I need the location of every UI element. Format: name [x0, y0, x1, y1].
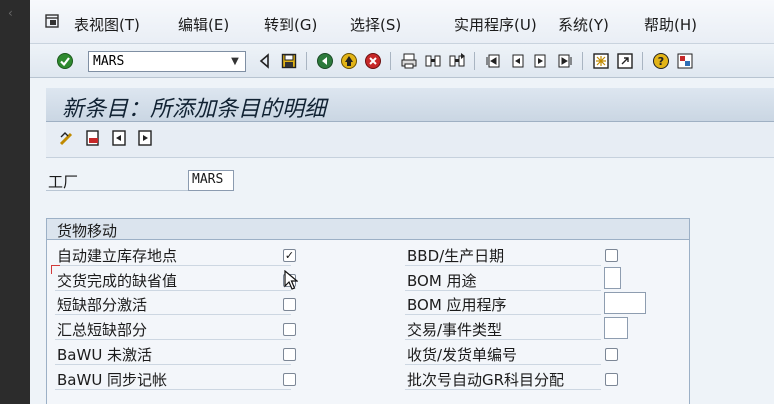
group-header: 货物移动: [47, 219, 689, 240]
batch-auto-gr-account-assignment-label: 批次号自动GR科目分配: [407, 371, 565, 389]
menu-goto[interactable]: 转到(G): [264, 14, 317, 35]
focus-corner: [51, 265, 60, 274]
row-underline: [405, 339, 601, 340]
row-underline: [55, 265, 291, 266]
save-icon[interactable]: [280, 52, 298, 70]
svg-text:?: ?: [658, 55, 664, 68]
first-page-icon[interactable]: [484, 52, 502, 70]
summarize-shortage-checkbox[interactable]: [283, 323, 296, 336]
application-toolbar: [46, 122, 774, 158]
bom-usage-label: BOM 用途: [407, 272, 477, 290]
toolbar-separator: [582, 52, 583, 70]
back-icon[interactable]: [316, 52, 334, 70]
bawu-sync-posting-checkbox[interactable]: [283, 373, 296, 386]
menu-utilities[interactable]: 实用程序(U): [454, 14, 537, 35]
row-underline: [405, 364, 601, 365]
bom-usage-input[interactable]: [604, 267, 621, 289]
toolbar-separator: [642, 52, 643, 70]
mouse-pointer-icon: [284, 270, 298, 290]
batch-auto-gr-account-assignment-checkbox[interactable]: [605, 373, 618, 386]
next-entry-icon[interactable]: [136, 129, 154, 147]
menu-help[interactable]: 帮助(H): [644, 14, 697, 35]
gr-gi-slip-number-checkbox[interactable]: [605, 348, 618, 361]
menu-edit[interactable]: 编辑(E): [178, 14, 229, 35]
field-underline: [46, 190, 202, 191]
find-icon[interactable]: [424, 52, 442, 70]
row-underline: [55, 339, 291, 340]
bom-application-label: BOM 应用程序: [407, 296, 507, 314]
customize-layout-icon[interactable]: [676, 52, 694, 70]
transaction-event-type-label: 交易/事件类型: [407, 321, 503, 339]
display-change-icon[interactable]: [58, 129, 76, 147]
group-title: 货物移动: [57, 222, 118, 240]
transaction-event-type-input[interactable]: [604, 317, 628, 339]
last-page-icon[interactable]: [556, 52, 574, 70]
row-underline: [405, 290, 601, 291]
menu-bar: 表视图(T) 编辑(E) 转到(G) 选择(S) 实用程序(U) 系统(Y) 帮…: [30, 0, 774, 44]
delivery-complete-default-label: 交货完成的缺省值: [57, 272, 178, 290]
exit-icon[interactable]: [340, 52, 358, 70]
menu-table-view[interactable]: 表视图(T): [74, 14, 140, 35]
bawu-sync-posting-label: BaWU 同步记帐: [57, 371, 168, 389]
row-underline: [55, 314, 291, 315]
chevron-down-icon[interactable]: ▼: [226, 52, 244, 71]
shortage-parts-active-checkbox[interactable]: [283, 298, 296, 311]
cancel-icon[interactable]: [364, 52, 382, 70]
menu-selection[interactable]: 选择(S): [350, 14, 401, 35]
menu-window-icon[interactable]: [44, 13, 60, 29]
gr-gi-slip-number-label: 收货/发货单编号: [407, 346, 518, 364]
row-underline: [405, 389, 601, 390]
row-underline: [405, 265, 601, 266]
expand-left-icon[interactable]: [256, 52, 274, 70]
shortcut-icon[interactable]: [616, 52, 634, 70]
screen-title-bar: 新条目：所添加条目的明细: [46, 88, 774, 122]
enter-icon[interactable]: [56, 52, 74, 70]
screen-edge: ‹: [0, 0, 30, 404]
page-title: 新条目：所添加条目的明细: [62, 97, 327, 122]
next-page-icon[interactable]: [532, 52, 550, 70]
bawu-inactive-checkbox[interactable]: [283, 348, 296, 361]
row-underline: [55, 290, 291, 291]
row-underline: [55, 389, 291, 390]
summarize-shortage-label: 汇总短缺部分: [57, 321, 148, 339]
find-next-icon[interactable]: [448, 52, 466, 70]
previous-entry-icon[interactable]: [110, 129, 128, 147]
plant-value: MARS: [188, 170, 234, 191]
row-underline: [55, 364, 291, 365]
menu-system[interactable]: 系统(Y): [558, 14, 609, 35]
sap-window: 表视图(T) 编辑(E) 转到(G) 选择(S) 实用程序(U) 系统(Y) 帮…: [30, 0, 774, 404]
auto-create-storage-location-label: 自动建立库存地点: [57, 247, 178, 265]
command-field[interactable]: [88, 51, 246, 72]
caret-icon: ‹: [8, 6, 13, 20]
toolbar-separator: [306, 52, 307, 70]
row-underline: [405, 314, 601, 315]
bom-application-input[interactable]: [604, 292, 646, 314]
goods-movement-group: 货物移动 自动建立库存地点 ✓ 交货完成的缺省值 短缺部分激活 汇总短缺部分 B…: [46, 218, 690, 404]
auto-create-storage-location-checkbox[interactable]: ✓: [283, 249, 296, 262]
bawu-inactive-label: BaWU 未激活: [57, 346, 153, 364]
previous-page-icon[interactable]: [508, 52, 526, 70]
bbd-production-date-checkbox[interactable]: [605, 249, 618, 262]
create-session-icon[interactable]: [592, 52, 610, 70]
toolbar-separator: [474, 52, 475, 70]
standard-toolbar: ▼: [30, 44, 774, 78]
plant-label: 工厂: [48, 173, 79, 191]
toolbar-separator: [390, 52, 391, 70]
new-entry-icon[interactable]: [84, 129, 102, 147]
bbd-production-date-label: BBD/生产日期: [407, 247, 505, 265]
shortage-parts-active-label: 短缺部分激活: [57, 296, 148, 314]
print-icon[interactable]: [400, 52, 418, 70]
help-icon[interactable]: ?: [652, 52, 670, 70]
